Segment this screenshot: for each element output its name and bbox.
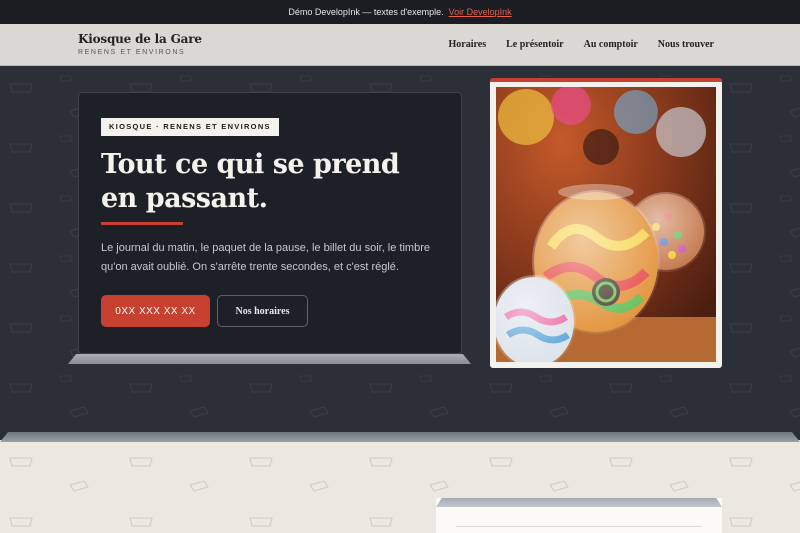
brand-subtitle: RENENS ET ENVIRONS	[78, 49, 186, 56]
candy-jars-illustration	[496, 87, 716, 362]
photo-frame	[490, 78, 722, 368]
main-nav: Horaires Le présentoir Au comptoir Nous …	[449, 39, 714, 50]
hours-button[interactable]: Nos horaires	[217, 295, 308, 327]
site-header: Kiosque de la Gare RENENS ET ENVIRONS Ho…	[0, 24, 800, 66]
kiosk-badge: KIOSQUE · RENENS ET ENVIRONS	[101, 118, 279, 136]
info-panel-divider	[456, 526, 702, 527]
brand-name: Kiosque de la Gare	[78, 32, 202, 46]
nav-item-horaires[interactable]: Horaires	[449, 39, 487, 50]
candy-jars-photo	[496, 87, 716, 362]
headline-line-1: Tout ce qui se prend	[101, 149, 400, 180]
headline-line-2: en passant.	[101, 183, 268, 214]
nav-item-nous-trouver[interactable]: Nous trouver	[658, 39, 714, 50]
notice-link[interactable]: Voir DevelopInk	[449, 7, 512, 17]
hero-lead-text: Le journal du matin, le paquet de la pau…	[101, 242, 430, 273]
info-panel-top	[436, 498, 722, 507]
hero-headline: Tout ce qui se prend en passant.	[101, 148, 431, 216]
call-phone-button[interactable]: 0XX XXX XX XX	[101, 295, 210, 327]
notice-text: Démo DevelopInk — textes d'exemple.	[288, 7, 444, 17]
nav-item-presentoir[interactable]: Le présentoir	[506, 39, 564, 50]
headline-underline	[101, 222, 183, 225]
section-divider-shelf	[0, 432, 800, 442]
nav-item-comptoir[interactable]: Au comptoir	[584, 39, 638, 50]
card-shelf	[68, 354, 471, 364]
brand[interactable]: Kiosque de la Gare RENENS ET ENVIRONS	[78, 32, 202, 56]
demo-notice-bar: Démo DevelopInk — textes d'exemple. Voir…	[0, 0, 800, 24]
